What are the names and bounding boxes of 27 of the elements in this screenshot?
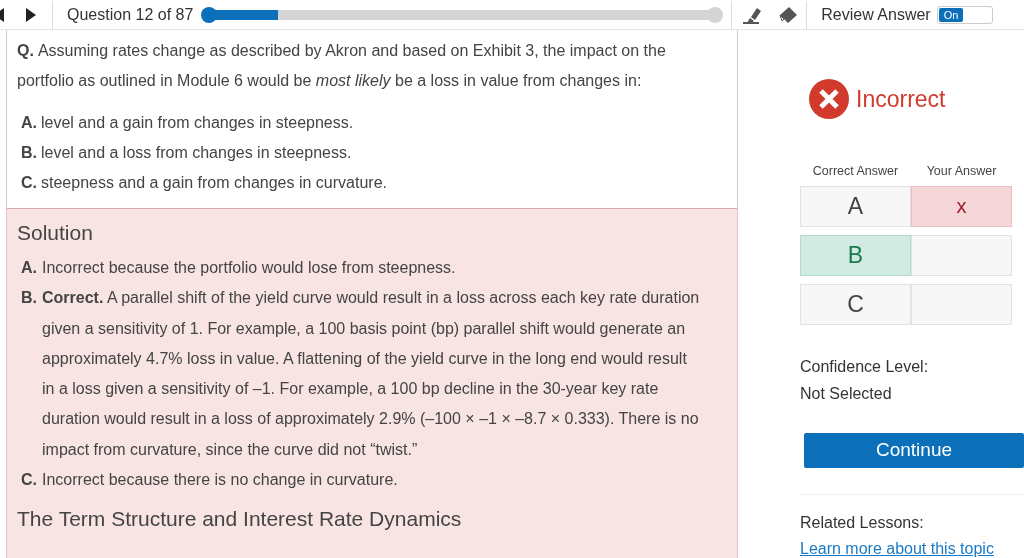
eraser-icon[interactable] bbox=[778, 5, 799, 24]
continue-button[interactable]: Continue bbox=[804, 433, 1024, 468]
solution-item: A. Incorrect because the portfolio would lose from steepness. bbox=[20, 258, 457, 278]
solution-item: C. Incorrect because there is no change in curvature. bbox=[20, 470, 399, 491]
correct-answer-cell: C bbox=[800, 284, 911, 325]
next-icon[interactable] bbox=[26, 7, 36, 22]
correct-answer-cell: B bbox=[800, 235, 911, 276]
review-toggle[interactable]: On bbox=[936, 5, 993, 24]
confidence-label: Confidence Level: bbox=[800, 357, 930, 377]
highlighter-icon[interactable] bbox=[742, 5, 763, 24]
column-header: Your Answer bbox=[925, 164, 998, 178]
column-header: Correct Answer bbox=[811, 164, 900, 178]
solution-item: B. Correct. A parallel shift of the yield curve would result in a loss across each key rate duration given a sensitivity of 1. For example, a 100 basis point (bp) parallel shift would generate an approximately 4.7% loss in value. A flattening of the yield curve in the long end would result in a loss given a sensitivity of –1. For example, a 100 bp decline in the 30-year key rate duration would result in a loss of approximately 2.9% (–100 × –1 × –8.7 × 0.333). There is no impact from curvature, since the curve did not “twist.” bbox=[20, 288, 701, 460]
question-counter: Question 12 of 87 bbox=[67, 5, 194, 24]
correct-answer-cell: A bbox=[800, 186, 911, 227]
confidence-value: Not Selected bbox=[800, 384, 893, 404]
answer-option[interactable]: C. steepness and a gain from changes in curvature. bbox=[17, 168, 727, 198]
review-answer-label: Review Answer bbox=[821, 5, 931, 24]
answer-option[interactable]: B. level and a loss from changes in steepness. bbox=[17, 138, 727, 168]
answer-option[interactable]: A. level and a gain from changes in steepness. bbox=[17, 108, 727, 138]
result-status: Incorrect bbox=[856, 85, 946, 113]
topic-title: The Term Structure and Interest Rate Dynamics bbox=[17, 507, 463, 532]
related-lessons-label: Related Lessons: bbox=[800, 513, 925, 533]
solution-title: Solution bbox=[17, 221, 94, 245]
question-text: Q. Assuming rates change as described by Akron and based on Exhibit 3, the impact on the portfolio as outlined in Module 6 would be most likely be a loss in value from changes in: bbox=[17, 41, 667, 91]
learn-more-link[interactable]: Learn more about this topic bbox=[800, 540, 1024, 558]
your-answer-cell: x bbox=[911, 186, 1012, 227]
